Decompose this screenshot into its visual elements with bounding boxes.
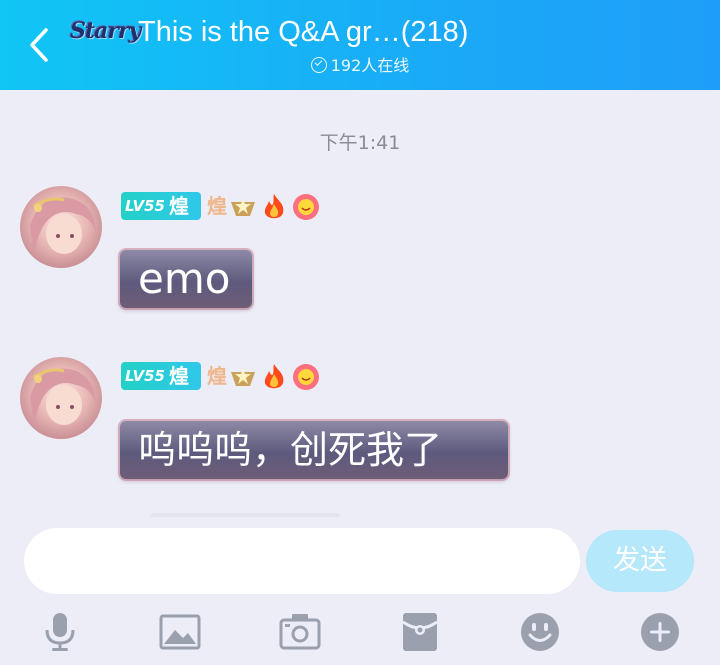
fire-icon: [264, 194, 284, 219]
image-icon: [159, 614, 201, 650]
camera-button[interactable]: [278, 610, 322, 654]
plus-icon: [641, 613, 679, 651]
rank-label: 煌: [169, 364, 189, 388]
level-label: LV55: [125, 367, 165, 385]
avatar[interactable]: [20, 357, 102, 439]
fire-icon: [264, 364, 284, 389]
avatar-image: [20, 357, 102, 439]
crown-badge-icon: [231, 368, 255, 386]
chat-header: Starry This is the Q&A gr…(218) 192人在线: [0, 0, 720, 90]
online-count: 192人在线: [330, 56, 410, 75]
more-button[interactable]: [638, 610, 682, 654]
message-input[interactable]: [24, 528, 580, 594]
crown-badge-icon: [231, 198, 255, 216]
image-button[interactable]: [158, 610, 202, 654]
flower-smile-icon: [293, 194, 319, 220]
group-title[interactable]: This is the Q&A gr…(218): [138, 12, 468, 52]
send-button[interactable]: 发送: [586, 530, 694, 592]
voice-button[interactable]: [38, 610, 82, 654]
rank-title: 煌: [207, 194, 227, 218]
rank-title: 煌: [207, 364, 227, 388]
message-text: emo: [138, 254, 231, 303]
red-packet-button[interactable]: [398, 610, 442, 654]
message-timestamp: 下午1:41: [319, 132, 401, 154]
group-badge-logo: Starry: [70, 18, 141, 44]
flower-smile-icon: [293, 364, 319, 390]
avatar-image: [20, 186, 102, 268]
microphone-icon: [45, 613, 75, 651]
message-text: 呜呜呜，创死我了: [138, 428, 443, 472]
red-packet-icon: [402, 613, 438, 651]
level-badge: LV55 煌: [121, 192, 201, 220]
level-badge: LV55 煌: [121, 362, 201, 390]
message-bubble[interactable]: 呜呜呜，创死我了: [120, 421, 508, 479]
emoji-icon: [521, 613, 559, 651]
online-status: 192人在线: [0, 55, 720, 77]
composer: 发送: [0, 517, 720, 665]
rank-label: 煌: [169, 194, 189, 218]
check-circle-icon: [310, 57, 327, 73]
avatar[interactable]: [20, 186, 102, 268]
camera-icon: [279, 614, 321, 650]
message-bubble[interactable]: emo: [120, 250, 252, 308]
emoji-button[interactable]: [518, 610, 562, 654]
level-label: LV55: [125, 197, 165, 215]
